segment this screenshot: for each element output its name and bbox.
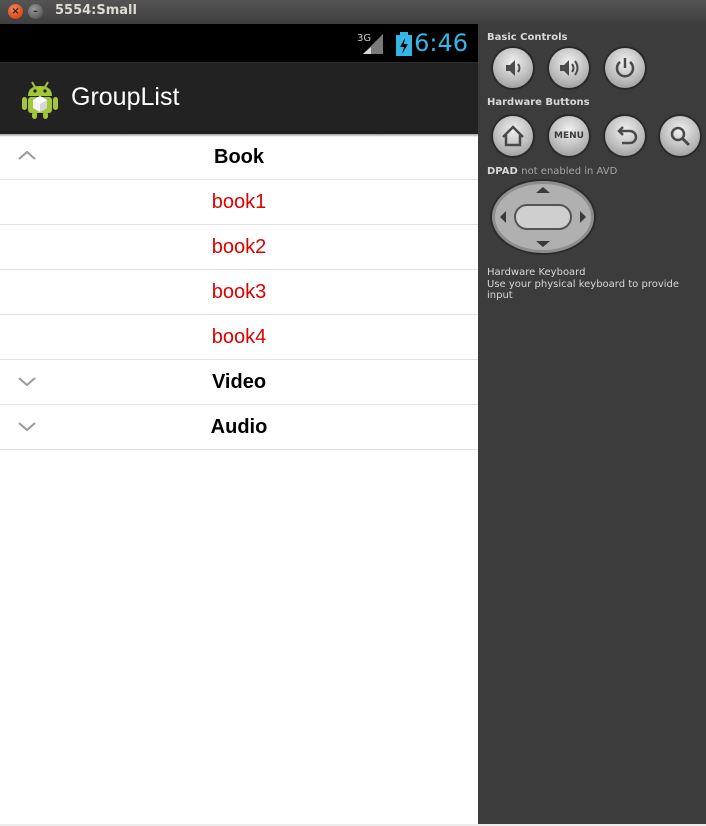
group-row[interactable]: Book bbox=[0, 135, 478, 180]
expandable-group-list: Book book1 book2 book3 book4 Video Audio bbox=[0, 135, 478, 450]
group-row[interactable]: Audio bbox=[0, 405, 478, 450]
emulator-control-panel: Basic Controls Hardware Buttons MENU DPA… bbox=[478, 24, 706, 826]
app-title: GroupList bbox=[71, 83, 180, 111]
dpad-control[interactable] bbox=[490, 179, 596, 255]
phone-screen: 3G 6:46 GroupList Book book1 book2 book3… bbox=[0, 24, 478, 824]
child-row[interactable]: book1 bbox=[0, 180, 478, 225]
group-label: Audio bbox=[210, 416, 268, 438]
volume-down-button[interactable] bbox=[493, 48, 533, 88]
window-title: 5554:Small bbox=[55, 3, 137, 18]
status-clock: 6:46 bbox=[414, 29, 468, 57]
action-bar: GroupList bbox=[0, 62, 478, 135]
child-row[interactable]: book2 bbox=[0, 225, 478, 270]
volume-up-icon bbox=[560, 60, 579, 76]
menu-button[interactable]: MENU bbox=[549, 116, 589, 156]
status-bar: 3G 6:46 bbox=[0, 24, 478, 62]
search-icon bbox=[670, 126, 691, 147]
back-button[interactable] bbox=[605, 116, 645, 156]
hardware-buttons-label: Hardware Buttons bbox=[487, 97, 590, 108]
window-minimize-button[interactable]: – bbox=[28, 4, 43, 19]
group-label: Video bbox=[211, 371, 267, 393]
close-icon: × bbox=[11, 6, 20, 17]
volume-down-icon bbox=[506, 60, 521, 76]
hardware-keyboard-label: Hardware Keyboard bbox=[487, 267, 586, 278]
dpad-label: DPAD not enabled in AVD bbox=[487, 166, 617, 177]
child-row[interactable]: book3 bbox=[0, 270, 478, 315]
child-label: book4 bbox=[211, 326, 267, 348]
volume-up-button[interactable] bbox=[549, 48, 589, 88]
group-label: Book bbox=[214, 146, 264, 168]
back-icon bbox=[617, 126, 638, 145]
child-label: book1 bbox=[211, 191, 267, 213]
dpad-title: DPAD bbox=[487, 166, 518, 177]
child-label: book3 bbox=[211, 281, 267, 303]
signal-icon: 3G bbox=[357, 33, 383, 54]
hardware-keyboard-note: Use your physical keyboard to provide in… bbox=[487, 279, 680, 301]
menu-label: MENU bbox=[554, 131, 584, 141]
power-button[interactable] bbox=[605, 48, 645, 88]
home-button[interactable] bbox=[493, 116, 533, 156]
basic-controls-label: Basic Controls bbox=[487, 32, 568, 43]
child-label: book2 bbox=[211, 236, 267, 258]
dpad-note: not enabled in AVD bbox=[521, 166, 618, 177]
group-row[interactable]: Video bbox=[0, 360, 478, 405]
minimize-icon: – bbox=[33, 6, 38, 17]
window-close-button[interactable]: × bbox=[8, 4, 23, 19]
search-button[interactable] bbox=[660, 116, 700, 156]
home-icon bbox=[502, 125, 524, 147]
child-row[interactable]: book4 bbox=[0, 315, 478, 360]
window-titlebar: × – 5554:Small bbox=[0, 0, 706, 24]
android-logo-icon[interactable] bbox=[20, 78, 60, 120]
battery-charging-icon bbox=[396, 32, 412, 56]
power-icon bbox=[615, 58, 635, 78]
network-type-label: 3G bbox=[357, 33, 371, 44]
